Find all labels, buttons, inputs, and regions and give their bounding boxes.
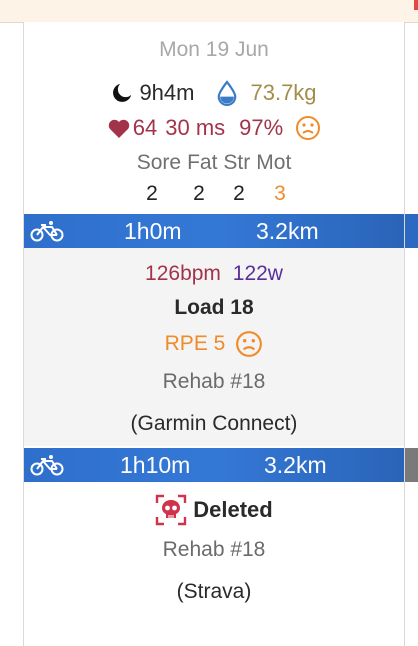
moon-icon bbox=[113, 83, 132, 102]
day-date: Mon 19 Jun bbox=[159, 38, 269, 61]
activity-header-1[interactable]: 1h0m 3.2km bbox=[24, 214, 404, 248]
sad-face-icon bbox=[296, 116, 321, 140]
activity-card-2[interactable]: Deleted Rehab #18 (Strava) bbox=[24, 482, 404, 646]
bicycle-icon bbox=[30, 221, 64, 242]
sleep-weight-row: 9h4m 73.7kg bbox=[24, 80, 404, 106]
resting-hr: 64 bbox=[132, 115, 158, 140]
bicycle-icon bbox=[30, 455, 64, 476]
activity-distance: 3.2km bbox=[264, 451, 327, 478]
next-day-activity-bar-edge-2[interactable] bbox=[405, 448, 418, 482]
value-sore: 2 bbox=[146, 182, 158, 205]
heart-icon bbox=[108, 119, 129, 138]
deleted-status-row: Deleted bbox=[24, 494, 404, 526]
previous-week-strip bbox=[0, 0, 418, 23]
rpe-row: RPE 5 bbox=[24, 330, 404, 358]
deleted-label: Deleted bbox=[193, 497, 273, 522]
label-stress: Str bbox=[223, 151, 251, 174]
training-load: Load 18 bbox=[174, 296, 254, 319]
readiness-value: 97% bbox=[239, 115, 284, 140]
wellness-labels: Sore Fat Str Mot bbox=[24, 151, 404, 175]
activity-header-2[interactable]: 1h10m 3.2km bbox=[24, 448, 404, 482]
edge-marker bbox=[414, 0, 418, 10]
next-day-activity-bar-edge[interactable] bbox=[405, 214, 418, 248]
activity-name: Rehab #18 bbox=[162, 538, 266, 561]
hr-power-line: 126bpm 122w bbox=[24, 262, 404, 286]
sleep-duration: 9h4m bbox=[139, 80, 195, 105]
value-fatigue: 2 bbox=[193, 182, 205, 205]
column-divider-right bbox=[404, 22, 405, 646]
label-sore: Sore bbox=[136, 151, 182, 174]
label-motivation: Mot bbox=[256, 151, 292, 174]
weight-value: 73.7kg bbox=[250, 80, 317, 105]
activity-card-1[interactable]: 126bpm 122w Load 18 RPE 5 Rehab #18 (Gar… bbox=[24, 248, 404, 446]
heart-metrics-row: 64 30 ms 97% bbox=[24, 115, 404, 141]
activity-duration: 1h10m bbox=[120, 451, 191, 478]
activity-distance: 3.2km bbox=[256, 217, 319, 244]
activity-source: (Strava) bbox=[176, 580, 252, 603]
activity-name: Rehab #18 bbox=[162, 370, 266, 393]
avg-power: 122w bbox=[232, 262, 283, 285]
value-motivation: 3 bbox=[274, 182, 286, 205]
water-drop-icon bbox=[218, 80, 237, 106]
avg-heart-rate: 126bpm bbox=[145, 262, 221, 285]
sad-face-icon bbox=[236, 331, 263, 357]
skull-icon bbox=[156, 494, 187, 526]
calendar-day-cell[interactable]: Mon 19 Jun 9h4m 73.7kg 64 30 ms 97% Sore… bbox=[24, 22, 404, 646]
rpe-value: RPE 5 bbox=[164, 332, 226, 355]
activity-source: (Garmin Connect) bbox=[130, 412, 298, 435]
value-stress: 2 bbox=[233, 182, 245, 205]
wellness-values: 2 2 2 3 bbox=[24, 182, 404, 206]
activity-duration: 1h0m bbox=[124, 217, 182, 244]
label-fatigue: Fat bbox=[187, 151, 218, 174]
hrv-value: 30 ms bbox=[165, 115, 226, 140]
